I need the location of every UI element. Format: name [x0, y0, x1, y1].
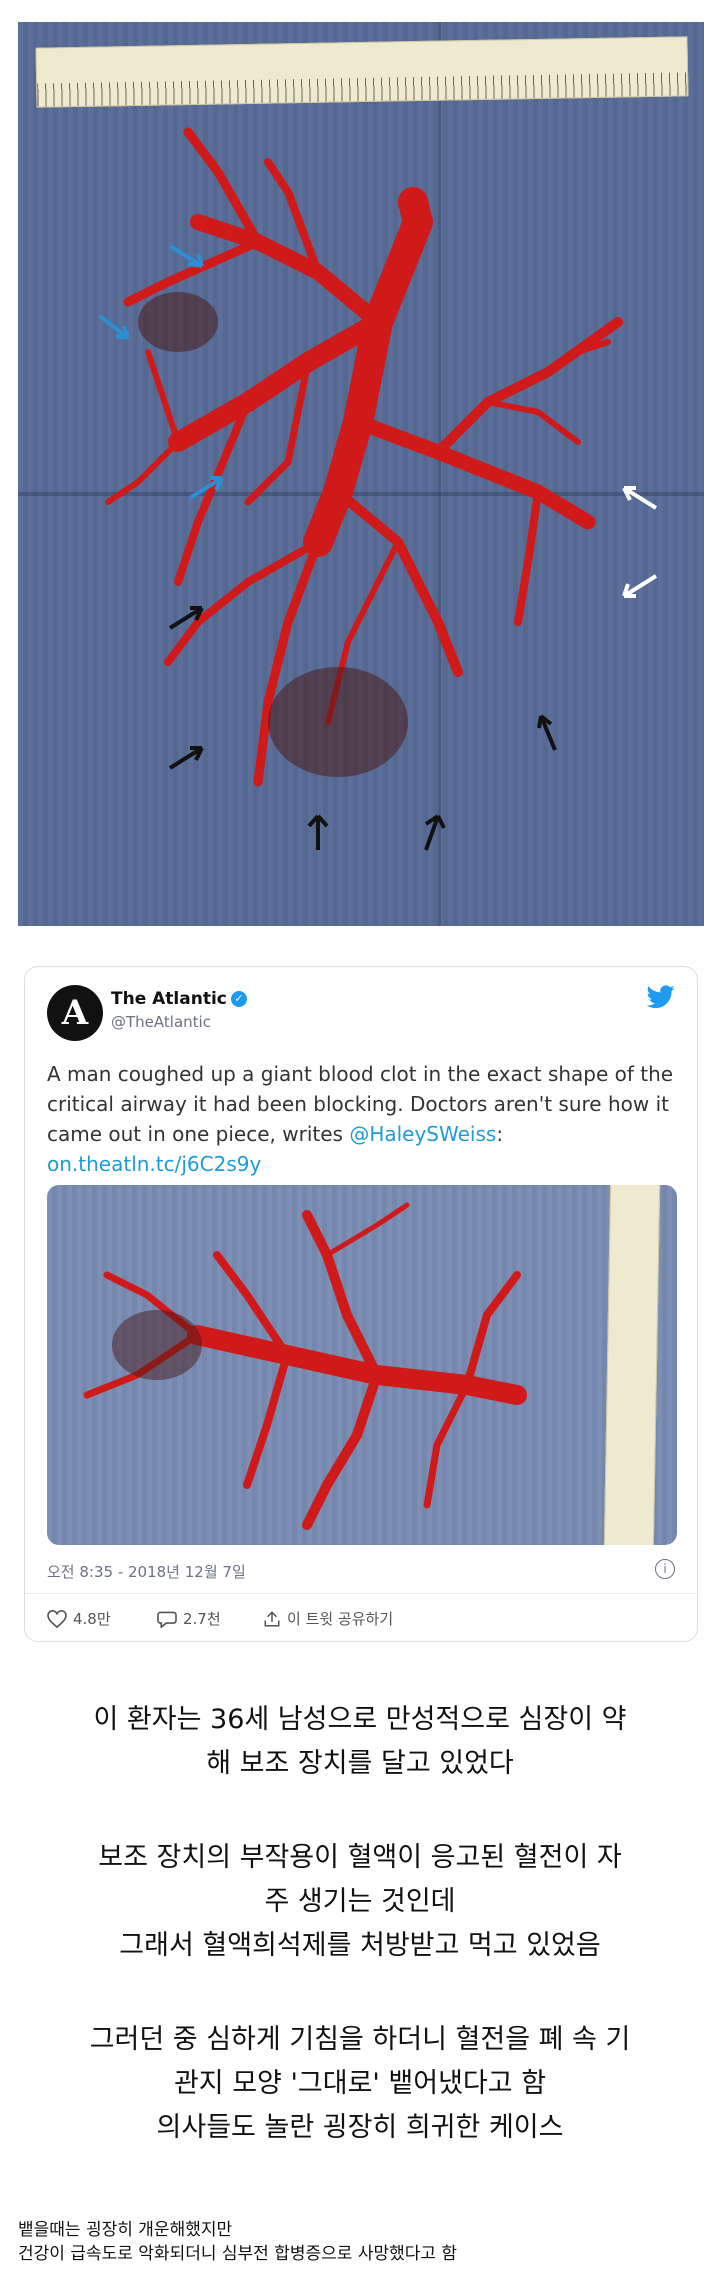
blood-clot-cast — [105, 127, 623, 787]
reply-icon — [157, 1611, 177, 1629]
arrow-icon — [424, 814, 446, 851]
info-icon[interactable]: i — [655, 1559, 675, 1579]
arrow-icon — [622, 574, 658, 598]
arrow-icon — [168, 746, 204, 770]
twitter-bird-icon[interactable] — [647, 985, 675, 1009]
arrow-icon — [537, 714, 557, 751]
paragraph-1-line-2: 해 보조 장치를 달고 있었다 — [206, 1748, 514, 1779]
tweet-image[interactable] — [47, 1185, 677, 1545]
footnote: 뱉을때는 굉장히 개운해했지만 건강이 급속도로 악화되더니 심부전 합병증으로… — [18, 2218, 457, 2266]
footnote-line-1: 뱉을때는 굉장히 개운해했지만 — [18, 2220, 233, 2240]
paragraph-2-line-2: 주 생기는 것인데 — [264, 1886, 456, 1917]
reply-button[interactable]: 2.7천 — [157, 1608, 221, 1629]
paragraph-2-line-1: 보조 장치의 부작용이 혈액이 응고된 혈전이 자 — [98, 1842, 622, 1873]
arrow-icon — [168, 606, 204, 630]
arrow-icon — [98, 314, 130, 340]
share-label: 이 트윗 공유하기 — [287, 1610, 394, 1628]
tweet-timestamp[interactable]: 오전 8:35 - 2018년 12월 7일 — [47, 1561, 246, 1582]
paragraph-1-line-1: 이 환자는 36세 남성으로 만성적으로 심장이 약 — [93, 1704, 627, 1735]
share-icon — [264, 1611, 280, 1627]
paragraph-3: 그러던 중 심하게 기침을 하더니 혈전을 폐 속 기 관지 모양 '그대로' … — [0, 2018, 720, 2150]
paragraph-2: 보조 장치의 부작용이 혈액이 응고된 혈전이 자 주 생기는 것인데 그래서 … — [0, 1836, 720, 1968]
share-button[interactable]: 이 트윗 공유하기 — [263, 1608, 393, 1629]
mention-link[interactable]: @HaleySWeiss — [349, 1122, 496, 1146]
author-name-text[interactable]: The Atlantic — [111, 989, 227, 1009]
blood-clot-photo — [18, 22, 704, 926]
blood-clot-cast-rotated — [83, 1202, 527, 1530]
tweet-text: A man coughed up a giant blood clot in t… — [47, 1059, 677, 1179]
paragraph-2-line-3: 그래서 혈액희석제를 처방받고 먹고 있었음 — [119, 1930, 601, 1961]
paragraph-1: 이 환자는 36세 남성으로 만성적으로 심장이 약 해 보조 장치를 달고 있… — [0, 1698, 720, 1786]
tweet-actions: 4.8만 2.7천 이 트윗 공유하기 — [25, 1593, 697, 1642]
embedded-tweet[interactable]: A The Atlantic ✓ @TheAtlantic A man cough… — [24, 966, 698, 1642]
arrow-icon — [622, 486, 658, 510]
author-name[interactable]: The Atlantic ✓ — [111, 989, 247, 1009]
like-count: 4.8만 — [73, 1610, 111, 1628]
heart-icon — [47, 1609, 67, 1629]
arrow-icon — [307, 814, 329, 850]
tweet-text-colon: : — [496, 1122, 504, 1146]
paragraph-3-line-2: 관지 모양 '그대로' 뱉어냈다고 함 — [173, 2068, 547, 2099]
verified-icon: ✓ — [230, 991, 247, 1007]
avatar[interactable]: A — [47, 985, 103, 1041]
like-button[interactable]: 4.8만 — [47, 1608, 111, 1629]
arrow-icon — [188, 476, 224, 500]
footnote-line-2: 건강이 급속도로 악화되더니 심부전 합병증으로 사망했다고 함 — [18, 2244, 458, 2264]
tweet-url-link[interactable]: on.theatln.tc/j6C2s9y — [47, 1152, 261, 1176]
paragraph-3-line-1: 그러던 중 심하게 기침을 하더니 혈전을 폐 속 기 — [89, 2024, 631, 2055]
reply-count: 2.7천 — [183, 1610, 221, 1628]
author-handle[interactable]: @TheAtlantic — [111, 1013, 211, 1031]
paragraph-3-line-3: 의사들도 놀란 굉장히 희귀한 케이스 — [156, 2112, 564, 2143]
arrow-icon — [168, 244, 204, 268]
